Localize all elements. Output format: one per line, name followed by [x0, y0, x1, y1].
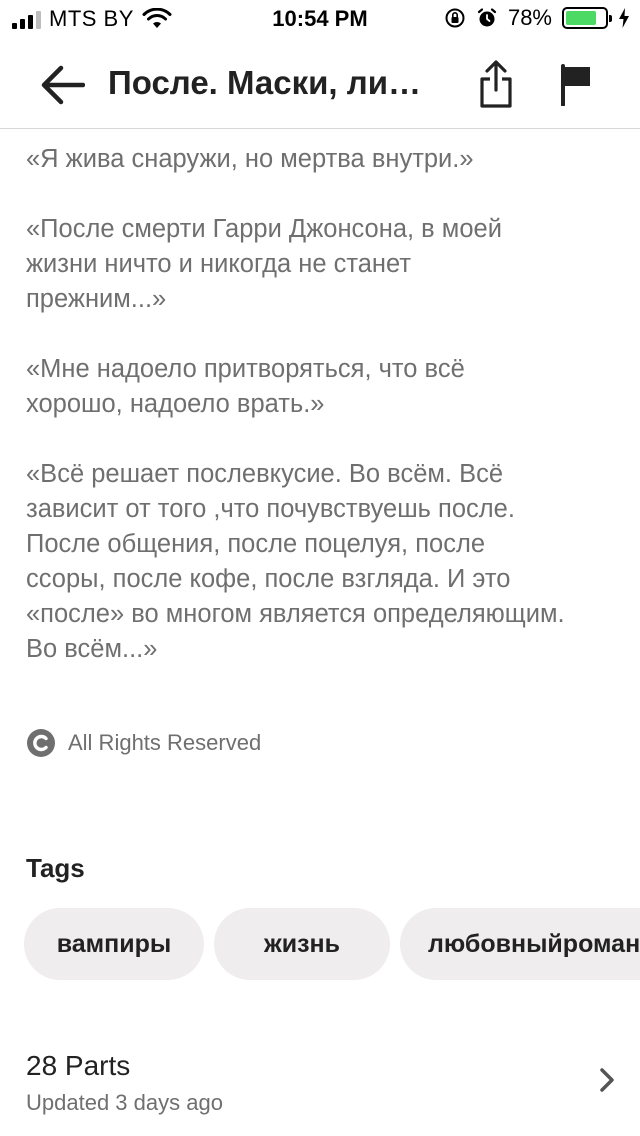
orientation-lock-icon [445, 8, 465, 28]
tags-list[interactable]: вампиры жизнь любовныйроман [24, 908, 640, 980]
share-button[interactable] [474, 56, 518, 112]
alarm-icon [477, 8, 497, 27]
flag-icon [561, 64, 590, 106]
battery-icon [562, 7, 612, 29]
share-icon [480, 60, 512, 108]
back-button[interactable] [36, 60, 90, 110]
tag-pill[interactable]: жизнь [214, 908, 390, 980]
signal-strength-icon [12, 9, 41, 29]
description-paragraph: «После смерти Гарри Джонсона, в моей жиз… [26, 215, 502, 313]
story-description: «Я жива снаружи, но мертва внутри.» «Пос… [26, 142, 626, 702]
tag-pill[interactable]: любовныйроман [400, 908, 640, 980]
chevron-right-icon [600, 1068, 614, 1092]
parts-updated: Updated 3 days ago [26, 1090, 223, 1115]
copyright-text: All Rights Reserved [68, 730, 262, 755]
copyright-icon [27, 729, 55, 757]
story-title: После. Маски, лицемерие и ложь [108, 64, 438, 101]
report-button[interactable] [554, 60, 598, 110]
status-bar: MTS BY 10:54 PM 78% [0, 0, 640, 40]
tag-pill[interactable]: вампиры [24, 908, 204, 980]
parts-count: 28 Parts [26, 1050, 131, 1081]
tags-heading: Tags [26, 853, 85, 883]
navigation-bar: После. Маски, лицемерие и ложь [0, 40, 640, 129]
wifi-icon [142, 8, 172, 28]
back-arrow-icon [41, 65, 85, 105]
battery-fill [566, 11, 596, 25]
status-right: 78% [444, 5, 630, 31]
copyright-line: All Rights Reserved [26, 728, 261, 758]
description-paragraph: «Всё решает послевкусие. Во всём. Всё за… [26, 460, 565, 663]
charging-bolt-icon [619, 8, 629, 28]
table-of-contents-row[interactable]: 28 Parts Updated 3 days ago [0, 1040, 640, 1130]
status-left: MTS BY [12, 6, 172, 32]
description-paragraph: «Я жива снаружи, но мертва внутри.» [26, 145, 474, 173]
carrier-name: MTS BY [49, 6, 134, 31]
battery-percentage: 78% [507, 5, 552, 30]
description-paragraph: «Мне надоело притворяться, что всё хорош… [26, 355, 465, 418]
